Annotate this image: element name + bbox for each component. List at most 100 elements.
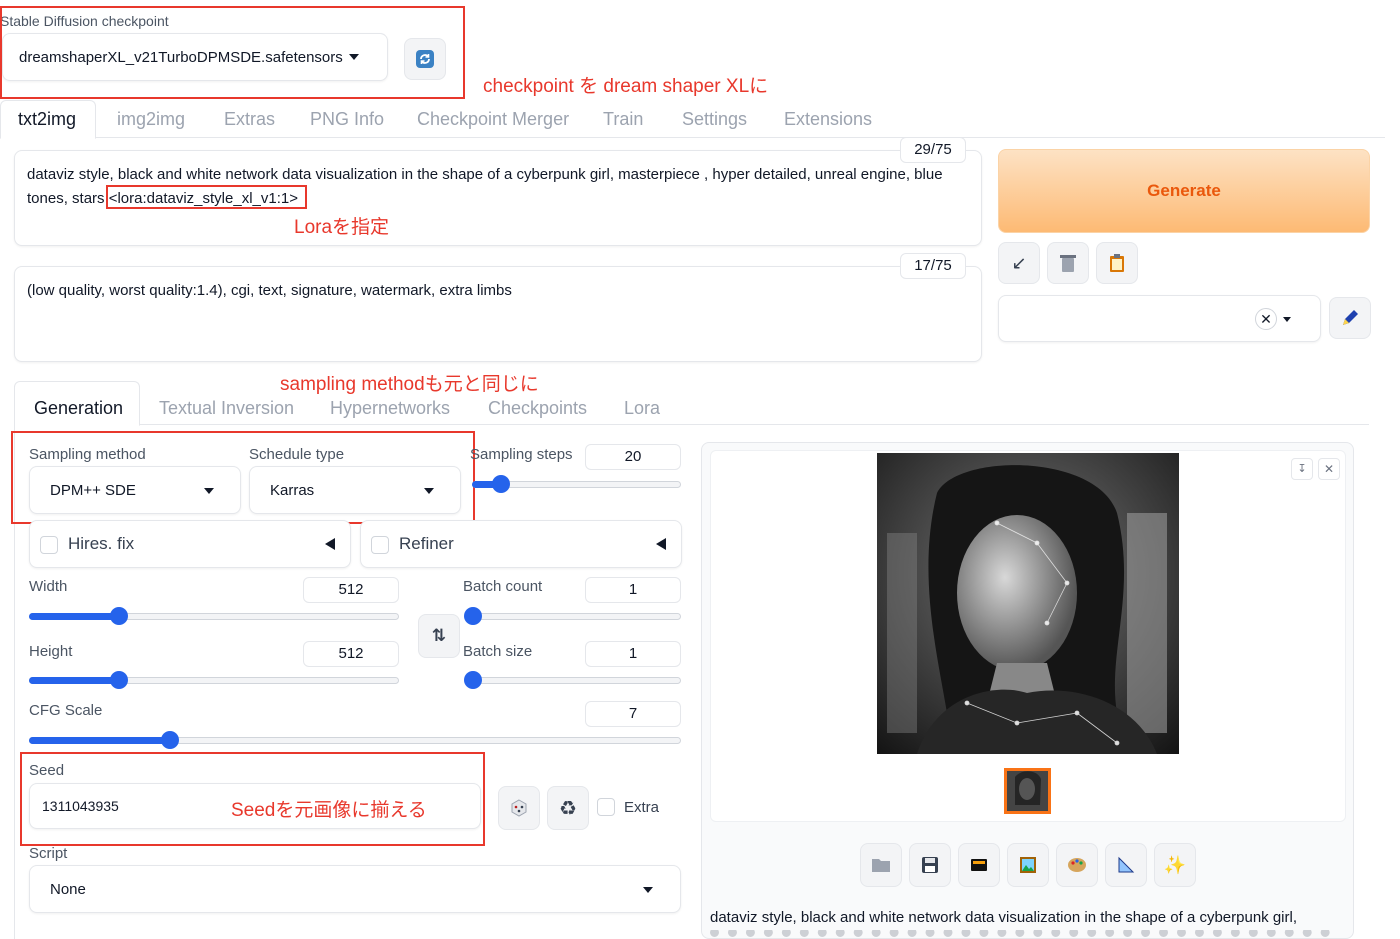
batch-size-slider[interactable]	[464, 671, 681, 689]
height-input[interactable]: 512	[303, 641, 399, 667]
output-caption: dataviz style, black and white network d…	[710, 909, 1297, 926]
sampling-steps-input[interactable]: 20	[585, 444, 681, 470]
script-value: None	[50, 881, 86, 898]
negative-prompt-text: (low quality, worst quality:1.4), cgi, t…	[27, 282, 512, 299]
tab-png-info[interactable]: PNG Info	[310, 109, 384, 130]
slider-thumb[interactable]	[464, 671, 482, 689]
batch-count-input[interactable]: 1	[585, 577, 681, 603]
hires-fix-accordion[interactable]: Hires. fix	[29, 520, 351, 568]
refiner-label: Refiner	[399, 534, 454, 553]
tab-lora[interactable]: Lora	[624, 398, 660, 419]
collapse-triangle-icon	[325, 538, 335, 550]
batch-size-label: Batch size	[463, 643, 533, 660]
generated-image-art	[877, 453, 1179, 754]
trash-icon	[1060, 255, 1076, 272]
tab-img2img[interactable]: img2img	[117, 109, 185, 130]
tab-extensions[interactable]: Extensions	[784, 109, 872, 130]
apply-styles-button[interactable]	[1096, 242, 1138, 284]
height-label: Height	[29, 643, 73, 660]
hires-fix-checkbox[interactable]	[40, 536, 58, 554]
send-to-inpaint-button[interactable]	[1056, 843, 1098, 887]
chevron-down-icon	[1283, 317, 1291, 322]
save-button[interactable]	[909, 843, 951, 887]
sub-tabs: Generation Textual Inversion Hypernetwor…	[14, 381, 1369, 426]
send-to-extras-button[interactable]	[1105, 843, 1147, 887]
reuse-seed-button[interactable]: ♻	[547, 786, 589, 830]
annotation-box-lora	[106, 185, 307, 209]
tab-checkpoints[interactable]: Checkpoints	[488, 398, 587, 419]
image-icon	[1020, 857, 1036, 873]
batch-size-input[interactable]: 1	[585, 641, 681, 667]
negative-prompt-textarea[interactable]: (low quality, worst quality:1.4), cgi, t…	[14, 266, 982, 362]
collapse-triangle-icon	[656, 538, 666, 550]
cfg-scale-slider[interactable]	[29, 731, 681, 749]
send-to-img2img-button[interactable]	[1007, 843, 1049, 887]
width-slider[interactable]	[29, 607, 399, 625]
tab-extras[interactable]: Extras	[224, 109, 275, 130]
prompt-token-count: 29/75	[900, 137, 966, 163]
archive-icon	[971, 859, 987, 871]
prompt-line-1: dataviz style, black and white network d…	[27, 166, 943, 183]
refiner-accordion[interactable]: Refiner	[360, 520, 682, 568]
tab-settings[interactable]: Settings	[682, 109, 747, 130]
pencil-icon	[1343, 310, 1358, 325]
annotation-checkpoint: checkpoint を dream shaper XLに	[483, 76, 769, 97]
height-slider[interactable]	[29, 671, 399, 689]
read-params-button[interactable]: ↙	[998, 242, 1040, 284]
script-select[interactable]: None	[29, 865, 681, 913]
tab-train[interactable]: Train	[603, 109, 643, 130]
generate-label: Generate	[1147, 181, 1221, 200]
swap-dimensions-button[interactable]: ⇅	[418, 614, 460, 658]
hires-fix-label: Hires. fix	[68, 534, 135, 553]
close-icon: ✕	[1323, 462, 1335, 476]
output-caption-cutoff	[710, 930, 1330, 939]
generated-image[interactable]	[877, 453, 1179, 754]
zip-button[interactable]	[958, 843, 1000, 887]
cfg-scale-input[interactable]: 7	[585, 701, 681, 727]
arrow-down-left-icon: ↙	[1011, 252, 1027, 273]
sampling-steps-slider[interactable]	[472, 475, 681, 493]
sparkle-button[interactable]: ✨	[1154, 843, 1196, 887]
sampling-steps-label: Sampling steps	[470, 446, 573, 463]
dice-icon	[511, 799, 527, 817]
annotation-lora: Loraを指定	[294, 217, 390, 238]
extra-seed-checkbox[interactable]	[597, 798, 615, 816]
slider-thumb[interactable]	[109, 607, 128, 625]
script-label: Script	[29, 845, 68, 862]
folder-icon	[872, 859, 890, 872]
batch-count-label: Batch count	[463, 578, 543, 595]
save-icon	[922, 857, 938, 873]
random-seed-button[interactable]	[498, 786, 540, 830]
slider-thumb[interactable]	[109, 671, 128, 689]
open-folder-button[interactable]	[860, 843, 902, 887]
sparkle-icon: ✨	[1163, 854, 1187, 875]
close-image-button[interactable]: ✕	[1318, 458, 1340, 480]
generate-button[interactable]: Generate	[998, 149, 1370, 233]
clear-icon[interactable]: ✕	[1255, 308, 1277, 330]
gallery-thumbnail[interactable]	[1004, 768, 1051, 814]
clipboard-icon	[1110, 254, 1124, 272]
recycle-icon: ♻	[559, 797, 577, 820]
extra-seed-label: Extra	[624, 799, 660, 816]
width-input[interactable]: 512	[303, 577, 399, 603]
download-image-button[interactable]: ↧	[1291, 458, 1313, 480]
slider-fill	[29, 677, 120, 684]
slider-fill	[29, 613, 120, 620]
slider-thumb[interactable]	[464, 607, 482, 625]
tab-generation-label: Generation	[34, 398, 124, 418]
annotation-seed: Seedを元画像に揃える	[231, 800, 427, 821]
refiner-checkbox[interactable]	[371, 536, 389, 554]
prompt-line-2-text: tones, stars	[27, 190, 109, 207]
slider-fill	[29, 737, 172, 744]
palette-icon	[1068, 858, 1086, 872]
batch-count-slider[interactable]	[464, 607, 681, 625]
width-label: Width	[29, 578, 68, 595]
tab-hypernetworks[interactable]: Hypernetworks	[330, 398, 450, 419]
thumbnail-art	[1007, 771, 1048, 811]
clear-prompt-button[interactable]	[1047, 242, 1089, 284]
styles-select[interactable]: ✕	[998, 295, 1321, 342]
tab-checkpoint-merger[interactable]: Checkpoint Merger	[417, 109, 569, 130]
edit-styles-button[interactable]	[1329, 297, 1371, 339]
tab-textual-inversion[interactable]: Textual Inversion	[159, 398, 294, 419]
annotation-box-sampling	[11, 431, 475, 524]
